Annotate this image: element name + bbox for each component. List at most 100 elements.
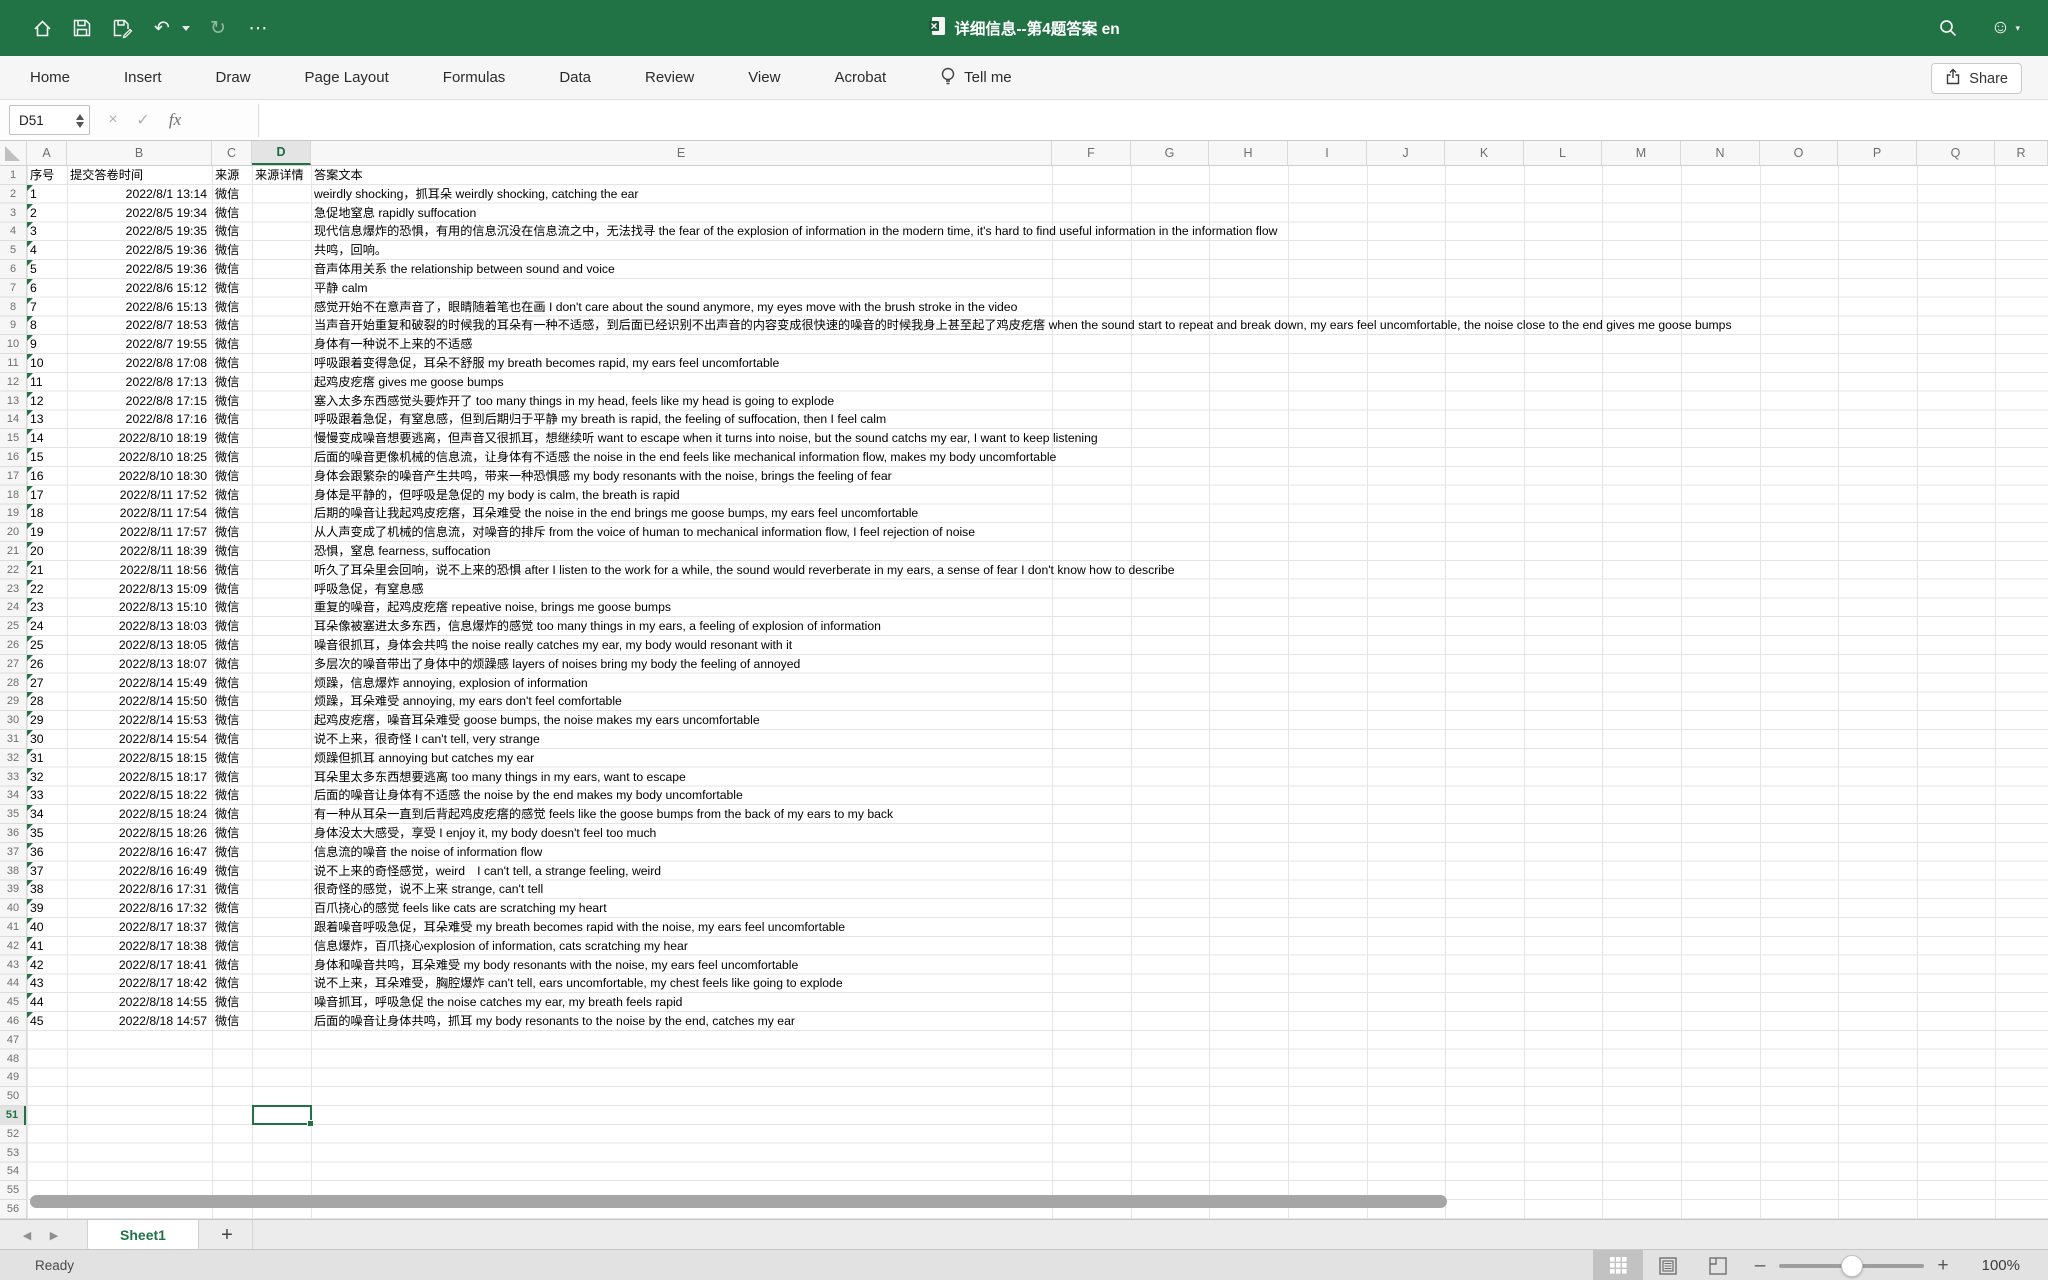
cell-B32[interactable]: 2022/8/15 18:15: [67, 749, 211, 768]
cell-B7[interactable]: 2022/8/6 15:12: [67, 279, 211, 298]
cell-C35[interactable]: 微信: [212, 805, 239, 824]
column-header-E[interactable]: E: [311, 141, 1052, 165]
name-box[interactable]: D51: [9, 105, 90, 135]
next-sheet-icon[interactable]: ▶: [43, 1220, 65, 1250]
cell-C39[interactable]: 微信: [212, 880, 239, 899]
cell-C19[interactable]: 微信: [212, 504, 239, 523]
row-header-38[interactable]: 38: [0, 862, 26, 881]
cell-E40[interactable]: 百爪挠心的感觉 feels like cats are scratching m…: [311, 899, 607, 918]
row-header-56[interactable]: 56: [0, 1200, 26, 1219]
row-header-45[interactable]: 45: [0, 993, 26, 1012]
cell-B11[interactable]: 2022/8/8 17:08: [67, 354, 211, 373]
cell-B6[interactable]: 2022/8/5 19:36: [67, 260, 211, 279]
cell-B8[interactable]: 2022/8/6 15:13: [67, 298, 211, 317]
row-header-25[interactable]: 25: [0, 617, 26, 636]
horizontal-scrollbar[interactable]: [30, 1195, 1447, 1208]
cell-E21[interactable]: 恐惧，窒息 fearness, suffocation: [311, 542, 491, 561]
row-header-53[interactable]: 53: [0, 1144, 26, 1163]
row-header-13[interactable]: 13: [0, 392, 26, 411]
row-header-3[interactable]: 3: [0, 204, 26, 223]
cell-E45[interactable]: 噪音抓耳，呼吸急促 the noise catches my ear, my b…: [311, 993, 682, 1012]
cell-B45[interactable]: 2022/8/18 14:55: [67, 993, 211, 1012]
cell-E27[interactable]: 多层次的噪音带出了身体中的烦躁感 layers of noises bring …: [311, 655, 800, 674]
cell-C11[interactable]: 微信: [212, 354, 239, 373]
cell-E9[interactable]: 当声音开始重复和破裂的时候我的耳朵有一种不适感，到后面已经识别不出声音的内容变成…: [311, 316, 1732, 335]
row-header-44[interactable]: 44: [0, 974, 26, 993]
cell-E5[interactable]: 共鸣，回响。: [311, 241, 387, 260]
page-break-view-button[interactable]: [1693, 1250, 1743, 1280]
tab-review[interactable]: Review: [618, 56, 721, 100]
cell-E1[interactable]: 答案文本: [311, 166, 363, 185]
cell-C17[interactable]: 微信: [212, 467, 239, 486]
cell-C20[interactable]: 微信: [212, 523, 239, 542]
cell-C32[interactable]: 微信: [212, 749, 239, 768]
row-header-48[interactable]: 48: [0, 1050, 26, 1069]
cell-B14[interactable]: 2022/8/8 17:16: [67, 410, 211, 429]
row-header-10[interactable]: 10: [0, 335, 26, 354]
cell-E37[interactable]: 信息流的噪音 the noise of information flow: [311, 843, 542, 862]
row-header-9[interactable]: 9: [0, 316, 26, 335]
row-header-37[interactable]: 37: [0, 843, 26, 862]
cell-C7[interactable]: 微信: [212, 279, 239, 298]
tab-formulas[interactable]: Formulas: [416, 56, 533, 100]
cell-B20[interactable]: 2022/8/11 17:57: [67, 523, 211, 542]
cell-B31[interactable]: 2022/8/14 15:54: [67, 730, 211, 749]
cell-C33[interactable]: 微信: [212, 768, 239, 787]
cell-E3[interactable]: 急促地窒息 rapidly suffocation: [311, 204, 476, 223]
row-header-24[interactable]: 24: [0, 598, 26, 617]
row-header-5[interactable]: 5: [0, 241, 26, 260]
cell-B38[interactable]: 2022/8/16 16:49: [67, 862, 211, 881]
cell-C5[interactable]: 微信: [212, 241, 239, 260]
page-layout-view-button[interactable]: [1643, 1250, 1693, 1280]
cell-B26[interactable]: 2022/8/13 18:05: [67, 636, 211, 655]
row-header-51[interactable]: 51: [0, 1106, 26, 1125]
cell-B29[interactable]: 2022/8/14 15:50: [67, 692, 211, 711]
row-header-49[interactable]: 49: [0, 1068, 26, 1087]
cell-C41[interactable]: 微信: [212, 918, 239, 937]
column-header-A[interactable]: A: [27, 141, 67, 165]
column-header-R[interactable]: R: [1995, 141, 2048, 165]
tab-draw[interactable]: Draw: [189, 56, 278, 100]
cell-C34[interactable]: 微信: [212, 786, 239, 805]
cell-E11[interactable]: 呼吸跟着变得急促，耳朵不舒服 my breath becomes rapid, …: [311, 354, 779, 373]
row-header-15[interactable]: 15: [0, 429, 26, 448]
column-header-K[interactable]: K: [1445, 141, 1524, 165]
cell-B2[interactable]: 2022/8/1 13:14: [67, 185, 211, 204]
column-header-H[interactable]: H: [1209, 141, 1288, 165]
cell-B15[interactable]: 2022/8/10 18:19: [67, 429, 211, 448]
cell-E18[interactable]: 身体是平静的，但呼吸是急促的 my body is calm, the brea…: [311, 486, 680, 505]
cell-B4[interactable]: 2022/8/5 19:35: [67, 222, 211, 241]
zoom-level[interactable]: 100%: [1968, 1257, 2020, 1274]
feedback-dropdown-icon[interactable]: ▾: [2015, 23, 2020, 34]
cell-B22[interactable]: 2022/8/11 18:56: [67, 561, 211, 580]
cell-B18[interactable]: 2022/8/11 17:52: [67, 486, 211, 505]
tab-page-layout[interactable]: Page Layout: [278, 56, 416, 100]
cell-E16[interactable]: 后面的噪音更像机械的信息流，让身体有不适感 the noise in the e…: [311, 448, 1056, 467]
cell-C43[interactable]: 微信: [212, 956, 239, 975]
row-header-41[interactable]: 41: [0, 918, 26, 937]
row-header-1[interactable]: 1: [0, 166, 26, 185]
tab-tell-me[interactable]: Tell me: [913, 66, 1012, 90]
cell-C10[interactable]: 微信: [212, 335, 239, 354]
tab-home[interactable]: Home: [16, 56, 97, 100]
row-header-18[interactable]: 18: [0, 486, 26, 505]
cell-C13[interactable]: 微信: [212, 392, 239, 411]
tab-view[interactable]: View: [721, 56, 807, 100]
cell-B10[interactable]: 2022/8/7 19:55: [67, 335, 211, 354]
cell-E38[interactable]: 说不上来的奇怪感觉，weird I can't tell, a strange …: [311, 862, 661, 881]
cell-B5[interactable]: 2022/8/5 19:36: [67, 241, 211, 260]
cell-C22[interactable]: 微信: [212, 561, 239, 580]
insert-function-icon[interactable]: fx: [162, 105, 188, 135]
cell-C30[interactable]: 微信: [212, 711, 239, 730]
cell-B30[interactable]: 2022/8/14 15:53: [67, 711, 211, 730]
cell-C21[interactable]: 微信: [212, 542, 239, 561]
select-all-button[interactable]: [0, 141, 27, 165]
cell-D1[interactable]: 来源详情: [252, 166, 304, 185]
add-sheet-button[interactable]: +: [212, 1220, 242, 1250]
selected-cell-outline[interactable]: [252, 1105, 312, 1125]
tab-acrobat[interactable]: Acrobat: [807, 56, 913, 100]
row-header-36[interactable]: 36: [0, 824, 26, 843]
cell-C6[interactable]: 微信: [212, 260, 239, 279]
zoom-in-button[interactable]: +: [1934, 1255, 1952, 1277]
cell-B35[interactable]: 2022/8/15 18:24: [67, 805, 211, 824]
